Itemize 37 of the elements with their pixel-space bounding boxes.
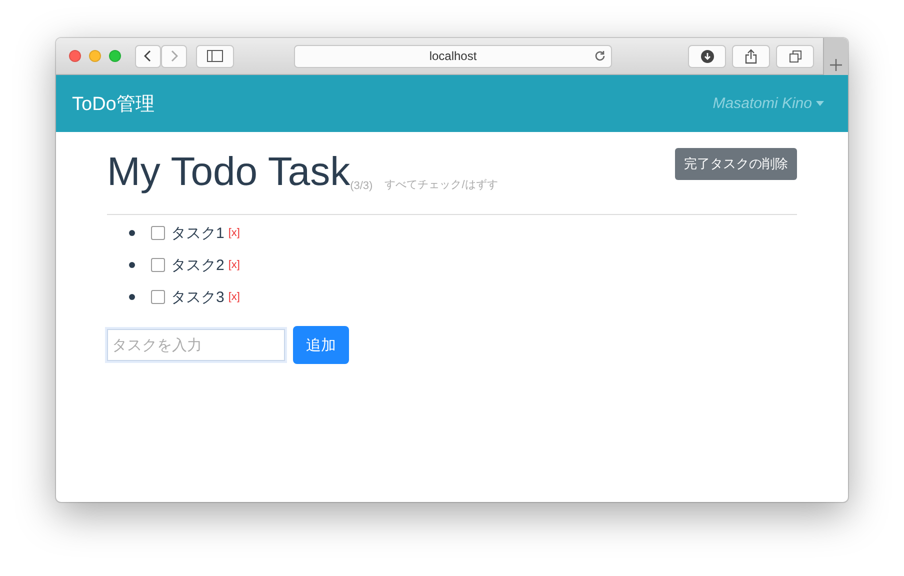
reload-icon[interactable]	[594, 50, 606, 62]
tabs-icon	[788, 50, 802, 62]
download-button[interactable]	[688, 44, 726, 68]
remove-link[interactable]: [x]	[228, 291, 240, 303]
bullet-icon	[129, 230, 135, 236]
task-input[interactable]: タスクを入力	[107, 329, 285, 361]
share-button[interactable]	[732, 44, 770, 68]
chevron-left-icon	[144, 50, 152, 62]
bullet-icon	[129, 294, 135, 300]
new-tab-button[interactable]	[823, 38, 848, 74]
download-icon	[700, 50, 714, 62]
chevron-right-icon	[170, 50, 178, 62]
tabs-button[interactable]	[776, 44, 814, 68]
page-title: My Todo Task	[107, 149, 350, 196]
add-button[interactable]: 追加	[293, 326, 349, 364]
remove-link[interactable]: [x]	[228, 259, 240, 271]
task-checkbox[interactable]	[151, 290, 165, 304]
back-button[interactable]	[135, 44, 161, 68]
task-label: タスク1	[171, 224, 224, 242]
share-icon	[745, 48, 757, 64]
delete-completed-button[interactable]: 完了タスクの削除	[675, 148, 797, 180]
sidebar-icon	[207, 50, 223, 62]
task-label: タスク3	[171, 288, 224, 306]
bullet-icon	[129, 262, 135, 268]
plus-icon	[830, 58, 842, 70]
caret-icon	[816, 101, 824, 106]
sidebar-button[interactable]	[196, 44, 234, 68]
close-icon[interactable]	[69, 50, 81, 62]
maximize-icon[interactable]	[109, 50, 121, 62]
task-count: (3/3)	[350, 180, 373, 192]
task-checkbox[interactable]	[151, 258, 165, 272]
remove-link[interactable]: [x]	[228, 227, 240, 239]
address-bar[interactable]: localhost	[294, 44, 612, 68]
task-label: タスク2	[171, 256, 224, 274]
toggle-all-link[interactable]: すべてチェック/はずす	[384, 177, 498, 192]
brand-title[interactable]: ToDo管理	[72, 90, 154, 116]
task-checkbox[interactable]	[151, 226, 165, 240]
